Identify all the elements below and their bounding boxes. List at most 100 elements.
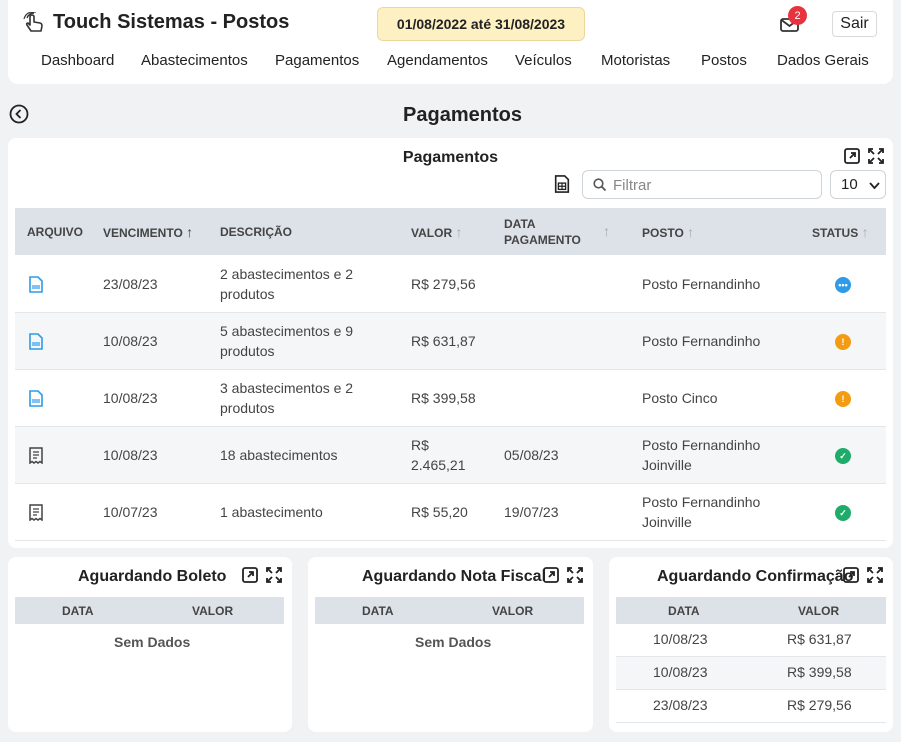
cell-vencimento: 10/08/23: [103, 390, 158, 406]
table-row[interactable]: 10/08/23 5 abastecimentos e 9 produtos R$…: [15, 313, 886, 370]
col-posto[interactable]: POSTO ↑: [642, 224, 694, 241]
nav-postos[interactable]: Postos: [701, 52, 747, 69]
page-size-value: 10: [841, 176, 858, 193]
nav-motoristas[interactable]: Motoristas: [601, 52, 670, 69]
cell-posto: Posto Cinco: [642, 390, 718, 406]
cell-descricao: 18 abastecimentos: [220, 447, 338, 463]
cell-data: 23/08/23: [653, 697, 708, 713]
sort-asc-icon: ↑: [186, 224, 194, 240]
cell-descricao: 1 abastecimento: [220, 504, 323, 520]
cell-vencimento: 23/08/23: [103, 276, 158, 292]
table-row[interactable]: 23/08/23 2 abastecimentos e 2 produtos R$…: [15, 256, 886, 313]
spreadsheet-export-icon[interactable]: [553, 175, 571, 193]
empty-state: Sem Dados: [114, 634, 191, 650]
sort-icon: ↑: [455, 224, 463, 240]
search-icon: [593, 178, 607, 192]
col-data-pagamento[interactable]: DATA PAGAMENTO: [504, 216, 581, 248]
cell-posto-line: Posto Fernandinho: [642, 437, 761, 453]
nav-dados-gerais[interactable]: Dados Gerais: [777, 52, 869, 69]
sort-icon: ↑: [861, 224, 869, 240]
cell-valor: R$ 399,58: [411, 390, 476, 406]
cell-descricao-line: produtos: [220, 286, 275, 302]
cell-valor: R$ 2.465,21: [411, 435, 466, 475]
empty-state: Sem Dados: [415, 634, 492, 650]
boleto-icon[interactable]: [29, 390, 43, 407]
nav-pagamentos[interactable]: Pagamentos: [275, 52, 359, 69]
col-status-label: STATUS: [812, 226, 859, 240]
cell-posto-line: Posto Fernandinho: [642, 494, 761, 510]
cell-descricao: 3 abastecimentos e 2 produtos: [220, 378, 353, 418]
cell-descricao-line: produtos: [220, 400, 275, 416]
touch-hand-icon: [23, 11, 43, 32]
logout-button[interactable]: Sair: [832, 11, 877, 37]
boleto-icon[interactable]: [29, 333, 43, 350]
open-external-icon[interactable]: [542, 566, 560, 584]
col-arquivo[interactable]: ARQUIVO: [27, 224, 83, 240]
awaiting-boleto-header: DATA VALOR: [15, 597, 284, 624]
col-status[interactable]: STATUS ↑: [812, 224, 869, 241]
col-data: DATA: [362, 604, 394, 618]
awaiting-confirmation-header: DATA VALOR: [616, 597, 886, 624]
boleto-icon[interactable]: [29, 276, 43, 293]
status-warning-icon: !: [835, 334, 851, 350]
expand-icon[interactable]: [566, 566, 584, 584]
awaiting-boleto-title: Aguardando Boleto: [78, 568, 227, 585]
list-item[interactable]: 23/08/23 R$ 279,56: [616, 690, 886, 723]
awaiting-invoice-title: Aguardando Nota Fiscal: [362, 568, 547, 585]
cell-posto: Posto Fernandinho: [642, 333, 761, 349]
expand-icon[interactable]: [265, 566, 283, 584]
cell-descricao-line: 5 abastecimentos e 9: [220, 323, 354, 339]
cell-descricao: 5 abastecimentos e 9 produtos: [220, 321, 353, 361]
col-data-pagamento-line1: DATA: [504, 217, 536, 231]
cell-valor: R$ 55,20: [411, 504, 468, 520]
cell-valor: R$ 399,58: [787, 664, 852, 680]
filter-field[interactable]: [582, 170, 822, 199]
main-nav: Dashboard Abastecimentos Pagamentos Agen…: [8, 52, 893, 72]
receipt-icon[interactable]: [29, 447, 43, 464]
cell-data: 10/08/23: [653, 631, 708, 647]
payments-table-header: ARQUIVO VENCIMENTO ↑ DESCRIÇÃO VALOR ↑ D…: [15, 208, 886, 255]
col-vencimento[interactable]: VENCIMENTO ↑: [103, 224, 193, 241]
col-data: DATA: [62, 604, 94, 618]
table-row[interactable]: 10/07/23 1 abastecimento R$ 55,20 19/07/…: [15, 484, 886, 541]
open-external-icon[interactable]: [842, 566, 860, 584]
cell-descricao: 2 abastecimentos e 2 produtos: [220, 264, 353, 304]
cell-valor: R$ 631,87: [411, 333, 476, 349]
awaiting-invoice-card: Aguardando Nota Fiscal DATA VALOR Sem Da…: [308, 557, 593, 732]
status-pending-icon: •••: [835, 277, 851, 293]
sort-icon: ↑: [603, 223, 610, 239]
sort-icon: ↑: [687, 224, 695, 240]
col-valor[interactable]: VALOR ↑: [411, 224, 462, 241]
awaiting-boleto-card: Aguardando Boleto DATA VALOR Sem Dados: [8, 557, 292, 732]
table-row[interactable]: 10/08/23 18 abastecimentos R$ 2.465,21 05…: [15, 427, 886, 484]
cell-valor: R$ 279,56: [411, 276, 476, 292]
filter-input[interactable]: [613, 175, 813, 195]
cell-valor: R$ 279,56: [787, 697, 852, 713]
date-range-picker[interactable]: 01/08/2022 até 31/08/2023: [377, 7, 585, 41]
nav-agendamentos[interactable]: Agendamentos: [387, 52, 488, 69]
open-external-icon[interactable]: [241, 566, 259, 584]
expand-icon[interactable]: [866, 566, 884, 584]
page-size-select[interactable]: 10: [830, 170, 886, 199]
status-paid-icon: ✓: [835, 505, 851, 521]
status-paid-icon: ✓: [835, 448, 851, 464]
cell-vencimento: 10/08/23: [103, 447, 158, 463]
table-row[interactable]: 10/08/23 3 abastecimentos e 2 produtos R$…: [15, 370, 886, 427]
awaiting-confirmation-card: Aguardando Confirmação DATA VALOR 10/08/…: [609, 557, 893, 732]
nav-dashboard[interactable]: Dashboard: [41, 52, 114, 69]
nav-veiculos[interactable]: Veículos: [515, 52, 572, 69]
list-item[interactable]: 10/08/23 R$ 399,58: [616, 657, 886, 690]
chevron-down-icon: [869, 182, 880, 190]
col-valor: VALOR: [192, 604, 234, 618]
payments-card-title: Pagamentos: [402, 149, 499, 166]
col-descricao[interactable]: DESCRIÇÃO: [220, 224, 292, 240]
cell-data: 10/08/23: [653, 664, 708, 680]
receipt-icon[interactable]: [29, 504, 43, 521]
list-item[interactable]: 10/08/23 R$ 631,87: [616, 624, 886, 657]
nav-abastecimentos[interactable]: Abastecimentos: [141, 52, 248, 69]
col-data: DATA: [668, 604, 700, 618]
expand-icon[interactable]: [867, 147, 885, 165]
cell-valor-line: R$: [411, 437, 429, 453]
cell-data-pagamento: 05/08/23: [504, 447, 559, 463]
open-external-icon[interactable]: [843, 147, 861, 165]
